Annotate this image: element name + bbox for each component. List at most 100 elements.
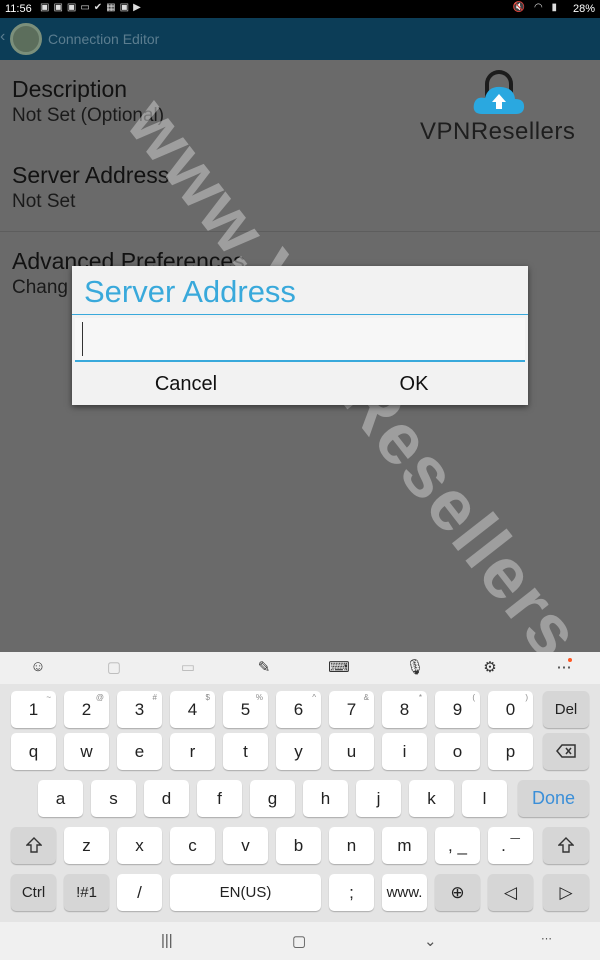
key-l[interactable]: l — [462, 780, 507, 817]
more-options-icon[interactable]: ⋯ — [552, 658, 576, 678]
pref-server-address[interactable]: Server Address Not Set — [12, 162, 169, 213]
key-1[interactable]: ~1 — [11, 691, 56, 728]
recent-apps-icon[interactable]: ||| — [161, 932, 173, 949]
notification-dot — [568, 658, 572, 662]
key-e[interactable]: e — [117, 733, 162, 770]
gif-icon[interactable]: ▭ — [176, 658, 200, 678]
done-key[interactable]: Done — [518, 780, 589, 817]
dialog-title: Server Address — [84, 274, 296, 309]
dialog-title-divider — [72, 314, 528, 315]
key-2[interactable]: @2 — [64, 691, 109, 728]
battery-level: 28% — [572, 3, 595, 15]
shift-icon — [24, 837, 43, 853]
key-comma[interactable]: , _ — [435, 827, 480, 864]
key-f[interactable]: f — [197, 780, 242, 817]
shift-key-right[interactable] — [543, 827, 589, 864]
key-8[interactable]: * 8 — [382, 691, 427, 728]
key-d[interactable]: d — [144, 780, 189, 817]
key-k[interactable]: k — [409, 780, 454, 817]
shift-key-left[interactable] — [11, 827, 56, 864]
divider — [0, 231, 600, 232]
text-cursor — [82, 322, 83, 356]
key-0[interactable]: ) 0 — [488, 691, 533, 728]
delete-key[interactable]: Del — [543, 691, 589, 728]
settings-gear-icon[interactable]: ⚙ — [478, 658, 502, 678]
cloud-upload-icon — [473, 86, 525, 114]
key-p[interactable]: p — [488, 733, 533, 770]
emoji-icon[interactable]: ☺ — [26, 658, 50, 678]
pref-title: Description — [12, 76, 128, 102]
keyboard-switch-icon[interactable]: ⋯ — [541, 932, 552, 945]
navigation-bar: ||| ▢ ⌄ ⋯ — [0, 922, 600, 960]
back-down-icon[interactable]: ⌄ — [424, 932, 437, 950]
key-w[interactable]: w — [64, 733, 109, 770]
ctrl-key[interactable]: Ctrl — [11, 874, 56, 911]
language-key[interactable]: ⊕ — [435, 874, 480, 911]
key-r[interactable]: r — [170, 733, 215, 770]
key-j[interactable]: j — [356, 780, 401, 817]
key-5[interactable]: % 5 — [223, 691, 268, 728]
key-s[interactable]: s — [91, 780, 136, 817]
key-semicolon[interactable]: ; — [329, 874, 374, 911]
brand-name: VPNResellers — [420, 118, 576, 145]
status-bar: 11:56 ▣▣▣▭✔▦▣▶ 🔇 ◠ ▮ 28% — [0, 0, 600, 18]
home-icon[interactable]: ▢ — [292, 932, 306, 950]
microphone-icon[interactable]: 🎙 — [403, 658, 427, 678]
globe-icon: ⊕ — [450, 883, 465, 902]
key-g[interactable]: g — [250, 780, 295, 817]
app-bar: ‹ Connection Editor — [0, 18, 600, 60]
key-period[interactable]: . ¯ — [488, 827, 533, 864]
key-slash[interactable]: / — [117, 874, 162, 911]
symbols-key[interactable]: !#1 — [64, 874, 109, 911]
key-y[interactable]: y — [276, 733, 321, 770]
ok-button[interactable]: OK — [300, 364, 528, 404]
cancel-button[interactable]: Cancel — [72, 364, 300, 404]
handwriting-icon[interactable]: ✎ — [252, 658, 276, 678]
key-4[interactable]: $4 — [170, 691, 215, 728]
cursor-left-key[interactable]: ◁ — [488, 874, 533, 911]
pref-description[interactable]: Description Not Set (Optional) — [12, 76, 164, 127]
server-address-dialog: Server Address Cancel OK — [72, 266, 528, 405]
key-c[interactable]: c — [170, 827, 215, 864]
key-q[interactable]: q — [11, 733, 56, 770]
key-7[interactable]: & 7 — [329, 691, 374, 728]
backspace-key[interactable] — [543, 733, 589, 770]
backspace-icon — [556, 744, 576, 758]
key-b[interactable]: b — [276, 827, 321, 864]
server-address-input[interactable] — [75, 318, 525, 362]
keyboard: ☺ ▢ ▭ ✎ ⌨ 🎙 ⚙ ⋯ ~1 @2 #3 $4 % 5 ^ 6 & 7 * 8 … — [0, 652, 600, 922]
keyboard-toolbar: ☺ ▢ ▭ ✎ ⌨ 🎙 ⚙ ⋯ — [0, 652, 600, 684]
key-n[interactable]: n — [329, 827, 374, 864]
key-u[interactable]: u — [329, 733, 374, 770]
notification-icons: ▣▣▣▭✔▦▣▶ — [40, 2, 145, 13]
app-logo-icon — [10, 23, 42, 55]
sticker-icon[interactable]: ▢ — [102, 658, 126, 678]
key-x[interactable]: x — [117, 827, 162, 864]
key-o[interactable]: o — [435, 733, 480, 770]
pref-summary: Not Set (Optional) — [12, 105, 165, 126]
key-v[interactable]: v — [223, 827, 268, 864]
key-a[interactable]: a — [38, 780, 83, 817]
key-z[interactable]: z — [64, 827, 109, 864]
cursor-right-key[interactable]: ▷ — [543, 874, 589, 911]
space-key[interactable]: EN(US) — [170, 874, 321, 911]
key-h[interactable]: h — [303, 780, 348, 817]
key-t[interactable]: t — [223, 733, 268, 770]
back-arrow-icon[interactable]: ‹ — [0, 28, 8, 48]
key-6[interactable]: ^ 6 — [276, 691, 321, 728]
arrow-left-icon: ◁ — [503, 883, 518, 902]
key-i[interactable]: i — [382, 733, 427, 770]
key-m[interactable]: m — [382, 827, 427, 864]
status-time: 11:56 — [5, 3, 32, 15]
arrow-right-icon: ▷ — [559, 883, 573, 902]
pref-summary: Not Set — [12, 191, 76, 212]
pref-title: Server Address — [12, 162, 170, 188]
shift-icon — [557, 837, 575, 853]
system-icons: 🔇 ◠ ▮ — [512, 2, 560, 13]
keyboard-layout-icon[interactable]: ⌨ — [327, 658, 351, 678]
app-title: Connection Editor — [48, 31, 160, 47]
key-9[interactable]: (9 — [435, 691, 480, 728]
key-3[interactable]: #3 — [117, 691, 162, 728]
www-key[interactable]: www. — [382, 874, 427, 911]
brand-logo: VPNResellers — [414, 66, 584, 156]
